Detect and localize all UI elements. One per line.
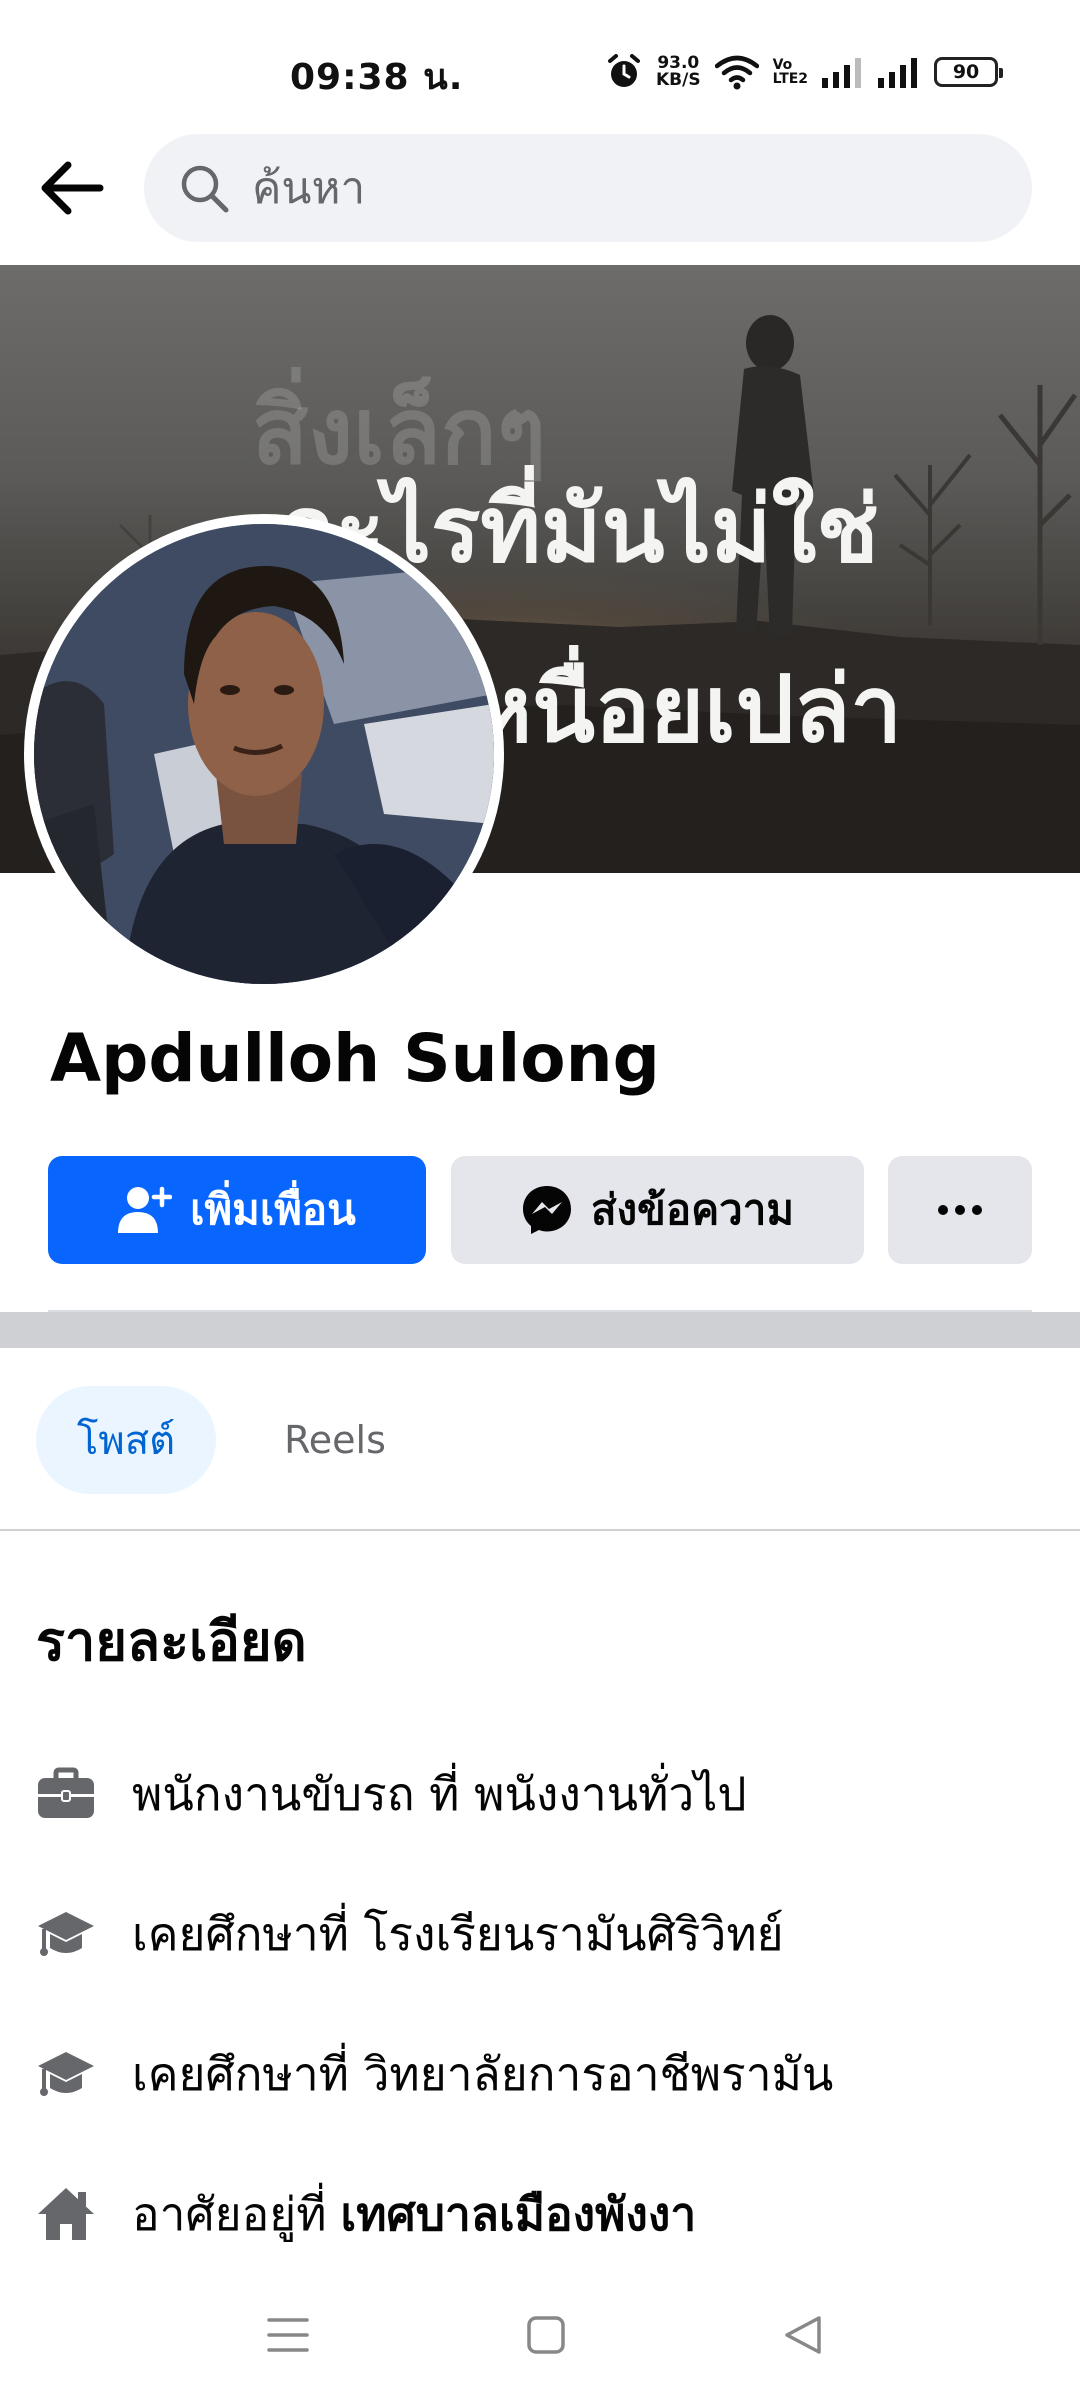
profile-picture[interactable]: [24, 514, 504, 994]
search-input[interactable]: ค้นหา: [144, 134, 1032, 242]
search-placeholder: ค้นหา: [252, 163, 366, 214]
menu-lines-icon: [267, 2318, 309, 2352]
wifi-icon: [714, 55, 759, 90]
detail-education-school: เคยศึกษาที่ โรงเรียนรามันศิริวิทย์: [36, 1894, 1046, 1974]
system-navigation-bar: [0, 2270, 1080, 2400]
more-dots-icon: [938, 1205, 982, 1215]
tabs-divider: [0, 1529, 1080, 1531]
more-options-button[interactable]: [888, 1156, 1032, 1264]
add-friend-icon: [118, 1186, 173, 1233]
profile-photo: [34, 524, 494, 984]
message-label: ส่งข้อความ: [590, 1185, 795, 1234]
cover-text-line2: เหนื่อยเปล่า: [440, 656, 903, 763]
volte-indicator: Vo LTE2: [773, 58, 808, 86]
message-button[interactable]: ส่งข้อความ: [451, 1156, 864, 1264]
graduation-cap-icon: [38, 1912, 94, 1956]
status-time: 09:38 น.: [290, 57, 464, 98]
detail-education-college: เคยศึกษาที่ วิทยาลัยการอาชีพรามัน: [36, 2034, 1046, 2114]
volte-top: Vo: [772, 57, 793, 73]
volte-bottom: LTE2: [772, 71, 809, 87]
square-icon: [527, 2316, 565, 2354]
tab-posts[interactable]: โพสต์: [36, 1386, 216, 1494]
detail-lives-in-text: อาศัยอยู่ที่: [132, 2186, 327, 2241]
details-title: รายละเอียด: [36, 1610, 307, 1673]
detail-education-college-text: เคยศึกษาที่ วิทยาลัยการอาชีพรามัน: [132, 2046, 834, 2101]
tab-reels[interactable]: Reels: [260, 1386, 410, 1494]
signal-icon-sim1: [822, 58, 862, 88]
briefcase-icon: [38, 1767, 94, 1818]
arrow-left-icon: [41, 161, 104, 215]
messenger-icon: [522, 1186, 571, 1234]
network-speed-unit: KB/S: [656, 70, 701, 90]
add-friend-button[interactable]: เพิ่มเพื่อน: [48, 1156, 426, 1264]
profile-photo-image: [34, 524, 494, 984]
detail-work-text: พนักงานขับรถ ที่ พนังงานทั่วไป: [132, 1766, 747, 1821]
battery-indicator: 90: [934, 57, 1004, 87]
detail-lives-in-place[interactable]: เทศบาลเมืองพังงา: [341, 2178, 697, 2251]
triangle-back-icon: [785, 2316, 821, 2354]
system-back-button[interactable]: [768, 2300, 838, 2370]
network-speed: 93.0 KB/S: [656, 55, 701, 89]
alarm-icon: [608, 54, 640, 87]
signal-icon-sim2: [878, 58, 918, 88]
detail-lives-in: อาศัยอยู่ที่ เทศบาลเมืองพังงา: [36, 2174, 1046, 2254]
add-friend-label: เพิ่มเพื่อน: [190, 1185, 356, 1234]
home-icon: [38, 2188, 94, 2240]
back-button[interactable]: [30, 150, 112, 226]
profile-name: Apdulloh Sulong: [50, 1020, 660, 1097]
search-icon: [181, 165, 229, 213]
status-indicators: 93.0 KB/S Vo LTE2 90: [606, 50, 1004, 94]
home-button[interactable]: [511, 2300, 581, 2370]
recent-apps-button[interactable]: [253, 2300, 323, 2370]
status-bar: 09:38 น. 93.0 KB/S Vo LTE2 90: [0, 0, 1080, 130]
graduation-cap-icon: [38, 2052, 94, 2096]
section-separator: [0, 1312, 1080, 1348]
detail-education-school-text: เคยศึกษาที่ โรงเรียนรามันศิริวิทย์: [132, 1906, 784, 1961]
detail-work: พนักงานขับรถ ที่ พนังงานทั่วไป: [36, 1754, 1046, 1834]
